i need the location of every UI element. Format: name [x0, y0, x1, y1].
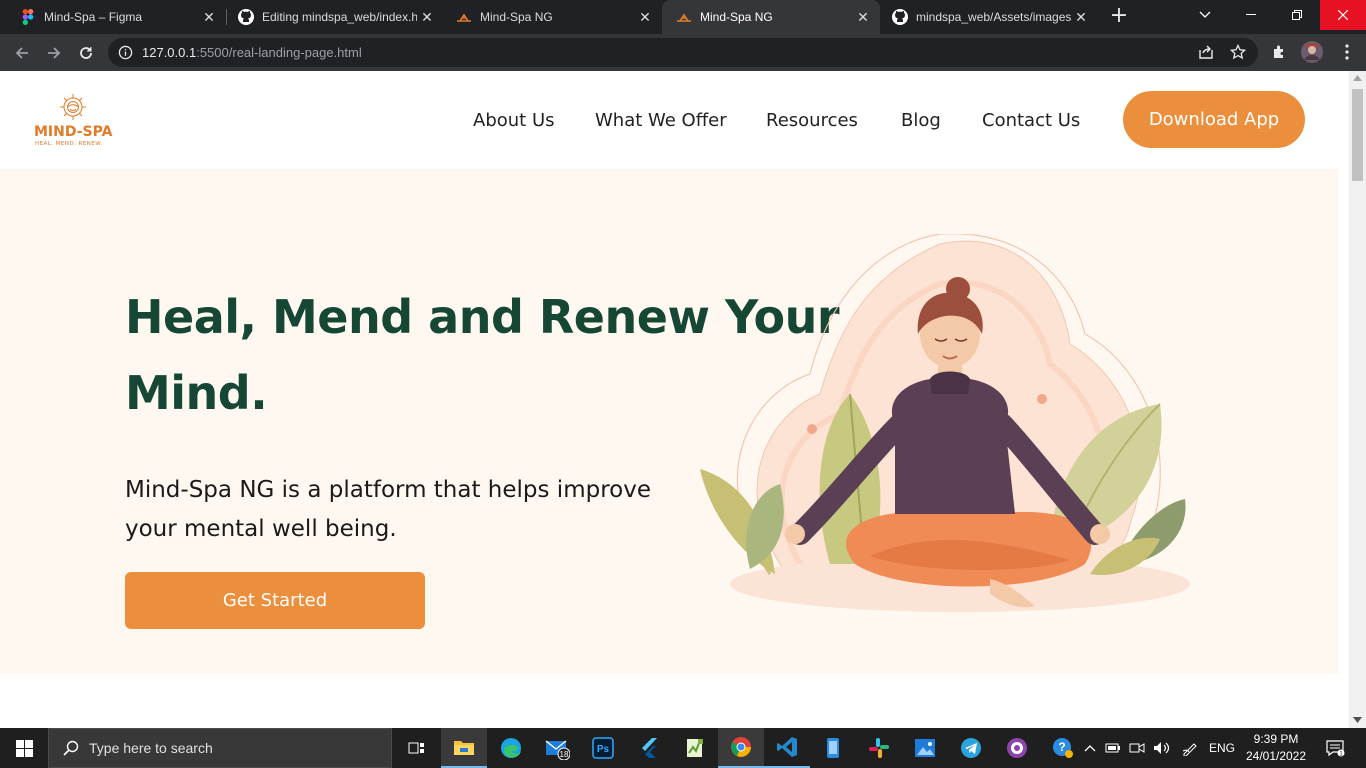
logo-tagline: HEAL. MEND. RENEW. — [35, 141, 103, 147]
start-button[interactable] — [0, 728, 48, 768]
site-header: MIND-SPA HEAL. MEND. RENEW. About Us Wha… — [0, 71, 1349, 169]
hero-title-line-2: Mind. — [125, 366, 268, 420]
address-bar[interactable]: 127.0.0.1:5500/real-landing-page.html — [108, 38, 1258, 67]
close-window-icon[interactable] — [1320, 0, 1366, 30]
get-started-button[interactable]: Get Started — [125, 572, 425, 629]
hero-subtitle-line-1: Mind-Spa NG is a platform that helps imp… — [125, 477, 651, 503]
forward-arrow-icon[interactable] — [42, 41, 66, 65]
nav-link-about-us[interactable]: About Us — [473, 110, 555, 131]
site-info-icon[interactable] — [118, 45, 133, 60]
photoshop-icon[interactable]: Ps — [580, 728, 626, 768]
hero-subtitle: Mind-Spa NG is a platform that helps imp… — [125, 471, 705, 549]
hero-subtitle-line-2: your mental well being. — [125, 516, 397, 542]
windows-logo-icon — [15, 739, 33, 757]
help-icon[interactable]: ? — [1050, 728, 1076, 768]
url-text: 127.0.0.1:5500/real-landing-page.html — [142, 45, 362, 60]
browser-tab-strip: Mind-Spa – Figma ✕ Editing mindspa_web/i… — [0, 0, 1366, 34]
taskbar-search-box[interactable]: Type here to search — [48, 728, 392, 768]
lotus-logo-icon: MIND-SPA HEAL. MEND. RENEW. — [34, 94, 113, 147]
mail-badge-count: 18 — [560, 750, 569, 759]
phone-icon[interactable] — [810, 728, 856, 768]
file-explorer-icon[interactable] — [441, 728, 487, 768]
mindspa-favicon — [456, 9, 472, 25]
web-page: MIND-SPA HEAL. MEND. RENEW. About Us Wha… — [0, 71, 1349, 728]
mindspa-logo[interactable]: MIND-SPA HEAL. MEND. RENEW. — [34, 93, 114, 147]
nav-link-blog[interactable]: Blog — [901, 110, 941, 131]
notifications-icon[interactable]: 1 — [1320, 728, 1350, 768]
close-tab-icon[interactable]: ✕ — [420, 10, 434, 24]
scroll-up-arrow-icon[interactable] — [1353, 75, 1362, 81]
browser-tab-mindspa[interactable]: Mind-Spa NG ✕ — [436, 0, 662, 34]
notepad-plus-icon[interactable] — [672, 728, 718, 768]
nav-link-contact-us[interactable]: Contact Us — [982, 110, 1080, 131]
photos-icon[interactable] — [902, 728, 948, 768]
reload-icon[interactable] — [74, 41, 98, 65]
close-tab-icon[interactable]: ✕ — [202, 10, 216, 24]
browser-tab-figma[interactable]: Mind-Spa – Figma ✕ — [0, 0, 226, 34]
browser-toolbar: 127.0.0.1:5500/real-landing-page.html — [0, 34, 1366, 71]
meditating-woman-illustration — [700, 234, 1190, 612]
download-app-button[interactable]: Download App — [1123, 91, 1305, 148]
share-icon[interactable] — [1198, 44, 1214, 64]
svg-text:?: ? — [1058, 740, 1065, 754]
restore-window-icon[interactable] — [1274, 0, 1320, 30]
vscode-icon[interactable] — [764, 728, 810, 768]
clock-date: 24/01/2022 — [1245, 749, 1307, 763]
search-icon — [63, 740, 79, 756]
pen-workspace-icon[interactable] — [1178, 728, 1202, 768]
browser-tab-github-editing[interactable]: Editing mindspa_web/index.h ✕ — [218, 0, 444, 34]
tab-title: Mind-Spa NG — [480, 10, 553, 24]
back-arrow-icon[interactable] — [10, 41, 34, 65]
extensions-puzzle-icon[interactable] — [1268, 41, 1290, 63]
figma-icon — [20, 9, 36, 25]
tab-title: mindspa_web/Assets/images — [916, 10, 1072, 24]
mail-icon[interactable]: 18 — [534, 728, 580, 768]
github-desktop-icon[interactable] — [994, 728, 1040, 768]
browser-tab-github-assets[interactable]: mindspa_web/Assets/images ✕ — [872, 0, 1098, 34]
bookmark-star-icon[interactable] — [1229, 43, 1247, 64]
nav-link-resources[interactable]: Resources — [766, 110, 858, 131]
url-host: 127.0.0.1 — [142, 45, 197, 60]
browser-tab-mindspa-active[interactable]: Mind-Spa NG ✕ — [662, 0, 880, 34]
tab-title: Editing mindspa_web/index.h — [262, 10, 417, 24]
page-scrollbar[interactable] — [1349, 71, 1366, 728]
slack-icon[interactable] — [856, 728, 902, 768]
scrollbar-thumb[interactable] — [1352, 89, 1363, 181]
tab-title: Mind-Spa NG — [700, 10, 773, 24]
windows-taskbar: Type here to search 18 Ps ? ENG 9:39 PM … — [0, 728, 1366, 768]
chrome-icon[interactable] — [718, 728, 764, 768]
battery-icon[interactable] — [1102, 728, 1124, 768]
profile-avatar[interactable] — [1301, 41, 1323, 63]
edge-icon[interactable] — [488, 728, 534, 768]
github-icon — [238, 9, 254, 25]
minimize-window-icon[interactable] — [1228, 0, 1274, 30]
more-menu-icon[interactable] — [1336, 41, 1358, 63]
logo-wordmark: MIND-SPA — [34, 124, 113, 140]
close-tab-icon[interactable]: ✕ — [1074, 10, 1088, 24]
github-icon — [892, 9, 908, 25]
mindspa-favicon — [676, 9, 692, 25]
volume-icon[interactable] — [1150, 728, 1174, 768]
new-tab-button[interactable]: + — [1108, 5, 1130, 27]
telegram-icon[interactable] — [948, 728, 994, 768]
flutter-icon[interactable] — [626, 728, 672, 768]
taskbar-clock[interactable]: 9:39 PM 24/01/2022 — [1236, 731, 1316, 765]
hero-section: Heal, Mend and Renew Your Mind. Mind-Spa… — [0, 169, 1338, 674]
tab-search-icon[interactable] — [1182, 0, 1228, 30]
scroll-down-arrow-icon[interactable] — [1353, 717, 1362, 723]
url-path: :5500/real-landing-page.html — [196, 45, 362, 60]
language-indicator[interactable]: ENG — [1206, 728, 1238, 768]
tab-title: Mind-Spa – Figma — [44, 10, 143, 24]
nav-link-what-we-offer[interactable]: What We Offer — [595, 110, 727, 131]
close-tab-icon[interactable]: ✕ — [856, 10, 870, 24]
clock-time: 9:39 PM — [1253, 732, 1299, 746]
show-hidden-icons-chevron-icon[interactable] — [1080, 728, 1100, 768]
svg-text:Ps: Ps — [597, 744, 610, 755]
search-placeholder: Type here to search — [89, 740, 213, 756]
meet-now-icon[interactable] — [1126, 728, 1148, 768]
close-tab-icon[interactable]: ✕ — [638, 10, 652, 24]
task-view-icon[interactable] — [394, 728, 440, 768]
